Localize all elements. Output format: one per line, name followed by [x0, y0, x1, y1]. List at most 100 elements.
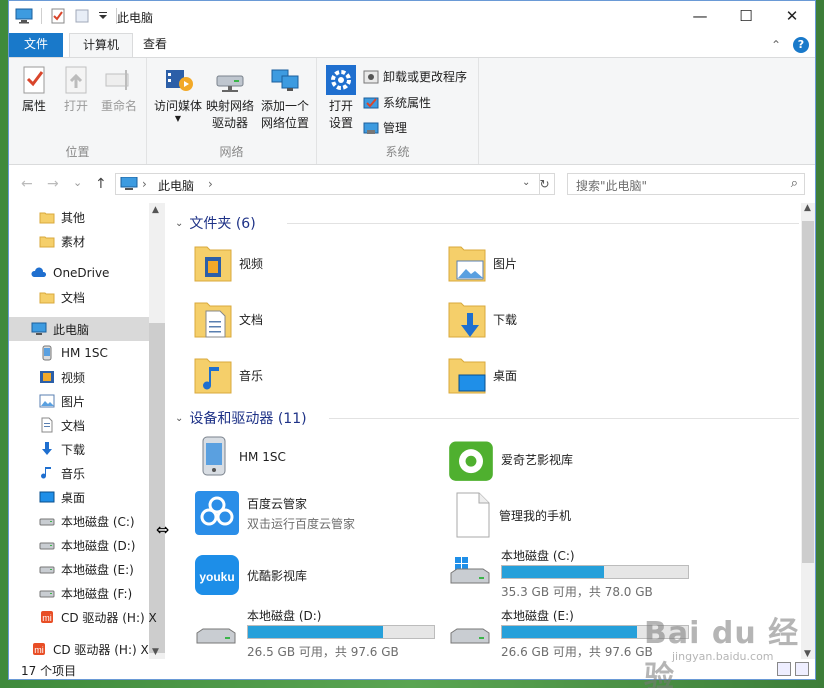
folder-item[interactable]: 下载 [447, 297, 517, 341]
breadcrumb-separator-2[interactable]: › [208, 177, 213, 191]
uninstall-program-button[interactable]: 卸载或更改程序 [363, 68, 467, 85]
tab-computer[interactable]: 计算机 [69, 33, 133, 57]
rename-icon [105, 70, 129, 90]
chevron-down-icon[interactable]: ⌄ [175, 218, 183, 229]
sidebar-item[interactable]: 本地磁盘 (C:) [9, 509, 149, 533]
sidebar-item-label: 本地磁盘 (F:) [61, 586, 133, 601]
folder-label: 音乐 [239, 368, 264, 383]
ribbon-group-system: 打开 设置 卸载或更改程序 系统属性 管理 系统 [317, 58, 479, 164]
system-properties-button[interactable]: 系统属性 [363, 94, 431, 111]
chevron-down-icon[interactable]: ⌄ [175, 413, 183, 424]
drive-usage-fill [248, 626, 384, 638]
device-baidu-yun[interactable]: 百度云管家 双击运行百度云管家 [193, 489, 355, 537]
rename-label: 重命名 [100, 99, 137, 113]
minimize-button[interactable]: — [677, 1, 723, 31]
maximize-button[interactable]: ☐ [723, 1, 769, 31]
folders-section-header[interactable]: ⌄ 文件夹 (6) [175, 213, 256, 233]
collapse-ribbon-icon[interactable]: ⌃ [771, 38, 781, 52]
device-iqiyi[interactable]: 爱奇艺影视库 [447, 435, 573, 483]
device-hm1sc[interactable]: HM 1SC [193, 435, 286, 479]
forward-button[interactable]: → [47, 176, 59, 192]
sidebar-item[interactable]: 其他 [9, 205, 149, 229]
item-count: 17 个项目 [21, 664, 77, 678]
sidebar-item-label: 素材 [61, 234, 86, 249]
sidebar-item[interactable]: 桌面 [9, 485, 149, 509]
ribbon-group-location: 属性 打开 重命名 位置 [9, 58, 147, 164]
content-pane: ⌄ 文件夹 (6) 视频 图片文档 下载音乐 桌面 ⌄ 设备和驱动器 (11) HM … [169, 203, 815, 659]
customize-dropdown-icon[interactable] [98, 8, 108, 24]
sidebar-item[interactable]: 本地磁盘 (E:) [9, 557, 149, 581]
sidebar-item[interactable]: 此电脑 [9, 317, 149, 341]
group-label-location: 位置 [65, 145, 90, 159]
rename-button[interactable]: 重命名 [99, 64, 139, 115]
sidebar-item[interactable]: 音乐 [9, 461, 149, 485]
folder-item[interactable]: 视频 [193, 241, 263, 285]
drive-icon [196, 628, 236, 644]
sidebar-item-label: 其他 [61, 210, 86, 225]
up-button[interactable]: ↑ [95, 176, 107, 192]
sidebar-item[interactable]: 下载 [9, 437, 149, 461]
device-youku[interactable]: youku 优酷影视库 [193, 551, 307, 599]
folder-item[interactable]: 音乐 [193, 353, 263, 397]
breadcrumb-separator[interactable]: › [142, 177, 147, 191]
open-settings-button[interactable]: 打开 设置 [325, 64, 357, 132]
sidebar-item[interactable]: mi CD 驱动器 (H:) X [9, 605, 157, 629]
tab-file[interactable]: 文件 [9, 33, 63, 57]
sidebar-item[interactable]: mi CD 驱动器 (H:) X [9, 637, 149, 659]
content-scrollbar-thumb[interactable] [802, 221, 814, 563]
device-label: 百度云管家 [247, 496, 308, 511]
sidebar-item[interactable]: 文档 [9, 413, 149, 437]
sidebar-item[interactable]: OneDrive [9, 261, 149, 285]
manage-button[interactable]: 管理 [363, 119, 407, 136]
access-media-button[interactable]: 访问媒体 ▼ [153, 64, 203, 123]
properties-button[interactable]: 属性 [19, 64, 49, 115]
folder-item[interactable]: 桌面 [447, 353, 517, 397]
search-icon[interactable]: ⌕ [791, 176, 798, 191]
sidebar-item-label: 本地磁盘 (D:) [61, 538, 136, 553]
map-network-drive-button[interactable]: 映射网络 驱动器 [205, 64, 255, 132]
folder-item[interactable]: 图片 [447, 241, 517, 285]
manage-label: 管理 [383, 121, 408, 135]
computer-icon[interactable] [15, 8, 33, 24]
sidebar-item[interactable]: 本地磁盘 (D:) [9, 533, 149, 557]
search-input[interactable]: 搜索"此电脑" ⌕ [567, 173, 805, 195]
help-icon[interactable]: ? [793, 37, 809, 53]
open-button[interactable]: 打开 [61, 64, 91, 115]
watermark-url: jingyan.baidu.com [672, 650, 774, 663]
recent-locations-button[interactable]: ⌄ [73, 176, 82, 189]
drive-item[interactable]: 本地磁盘 (C:) 35.3 GB 可用，共 78.0 GB [447, 547, 697, 607]
sidebar-item-label: OneDrive [53, 266, 110, 280]
folder-item[interactable]: 文档 [193, 297, 263, 341]
ribbon-group-network: 访问媒体 ▼ 映射网络 驱动器 添加一个 网络位置 网络 [147, 58, 317, 164]
folder-label: 视频 [239, 256, 264, 271]
window-title: 此电脑 [117, 11, 154, 25]
sidebar-item[interactable]: 视频 [9, 365, 149, 389]
sidebar-item[interactable]: HM 1SC [9, 341, 149, 365]
nav-scrollbar-thumb[interactable] [149, 323, 165, 653]
properties-check-icon[interactable] [50, 8, 68, 24]
drive-item[interactable]: 本地磁盘 (D:) 26.5 GB 可用，共 97.6 GB [193, 607, 443, 659]
devices-section-header[interactable]: ⌄ 设备和驱动器 (11) [175, 408, 307, 428]
add-network-label-1: 添加一个 [260, 99, 309, 113]
close-button[interactable]: ✕ [769, 1, 815, 31]
device-label: 管理我的手机 [499, 508, 572, 523]
sidebar-item[interactable]: 文档 [9, 285, 149, 309]
phone-icon [39, 345, 55, 361]
device-label: 优酷影视库 [247, 568, 308, 583]
device-manage-phone[interactable]: 管理我的手机 [453, 491, 571, 539]
address-dropdown-icon[interactable]: ⌄ [522, 177, 530, 188]
tab-view[interactable]: 查看 [135, 33, 175, 57]
content-scrollbar[interactable]: ▲ ▼ [801, 203, 815, 659]
drive-icon [39, 585, 55, 601]
nav-scrollbar[interactable]: ▲ ▼ [149, 203, 165, 659]
refresh-button[interactable]: ↻ [535, 173, 555, 195]
new-folder-icon[interactable] [74, 8, 92, 24]
add-network-location-button[interactable]: 添加一个 网络位置 [259, 64, 311, 132]
sidebar-item[interactable]: 素材 [9, 229, 149, 253]
address-box[interactable]: › 此电脑 › ⌄ [115, 173, 540, 195]
back-button[interactable]: ← [21, 176, 33, 192]
sidebar-item[interactable]: 本地磁盘 (F:) [9, 581, 149, 605]
sidebar-item[interactable]: 图片 [9, 389, 149, 413]
breadcrumb[interactable]: 此电脑 [158, 177, 194, 194]
watermark-logo: Bai du 经验 [644, 616, 800, 688]
